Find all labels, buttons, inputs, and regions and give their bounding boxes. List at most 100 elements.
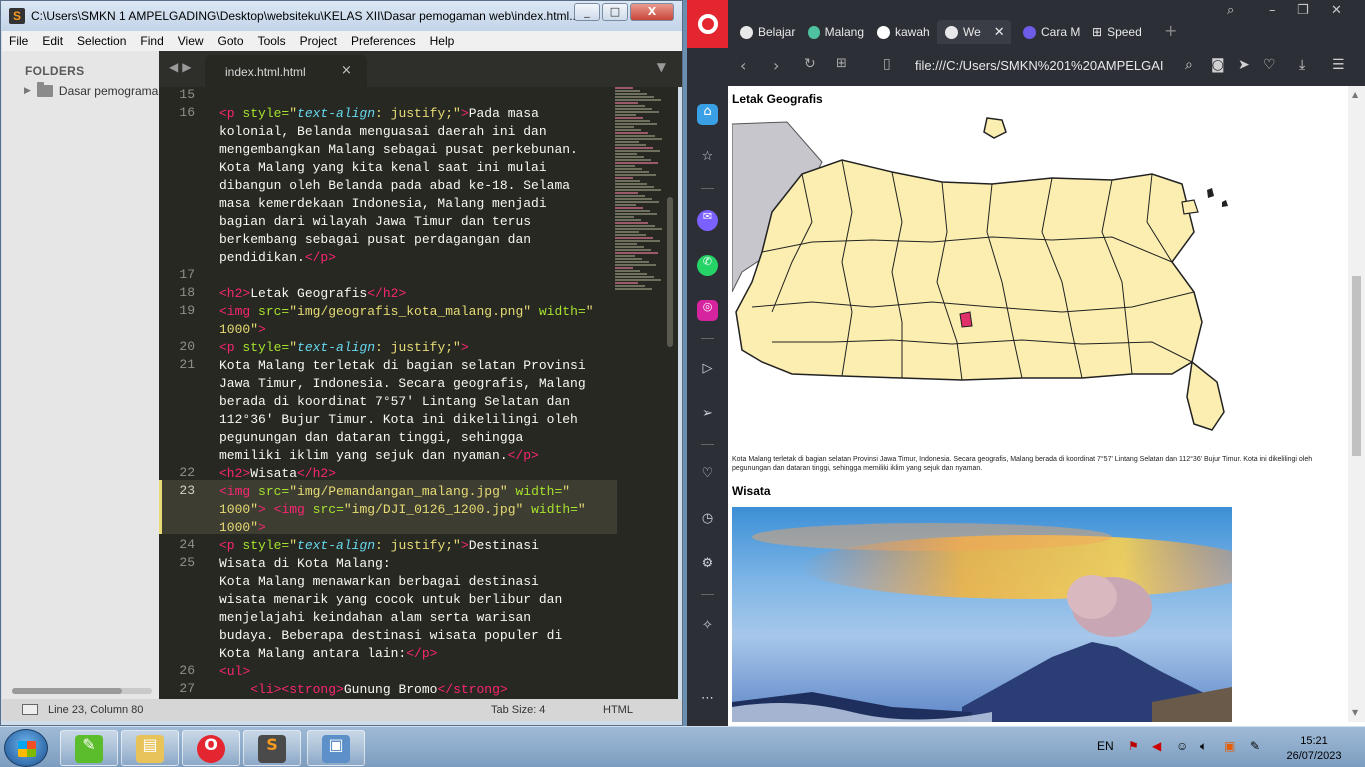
download-icon[interactable]: ⤓: [1299, 57, 1305, 73]
code-line[interactable]: <p style="text-align: justify;">Destinas…: [219, 537, 619, 555]
camera-icon[interactable]: ◙: [1211, 57, 1225, 73]
code-line[interactable]: Wisata di Kota Malang:: [219, 555, 619, 573]
restore-icon[interactable]: ❐: [1297, 3, 1309, 18]
maximize-button[interactable]: □: [602, 3, 628, 21]
code-line[interactable]: <p style="text-align: justify;">: [219, 339, 619, 357]
url-field[interactable]: file:///C:/Users/SMKN%201%20AMPELGAI: [915, 58, 1164, 73]
code-line[interactable]: <img src="img/Pemandangan_malang.jpg" wi…: [219, 483, 619, 501]
action-center-flag-icon[interactable]: ⚑: [1128, 739, 1139, 753]
taskbar-app-green[interactable]: ✎: [60, 730, 118, 766]
code-line[interactable]: [219, 87, 619, 105]
bookmark-star-icon[interactable]: ☆: [697, 149, 718, 170]
tab-close-icon[interactable]: ✕: [994, 25, 1005, 40]
code-line[interactable]: bagian dari wilayah Jawa Timur dan terus: [219, 213, 619, 231]
taskbar-explorer[interactable]: ▤: [121, 730, 179, 766]
minimize-icon[interactable]: –: [1269, 3, 1276, 18]
minimap[interactable]: [615, 87, 665, 297]
whatsapp-icon[interactable]: ✆: [697, 255, 718, 276]
messenger-icon[interactable]: ✉: [697, 210, 718, 231]
menu-preferences[interactable]: Preferences: [344, 34, 423, 48]
browser-tab-speed-dial[interactable]: ⊞ Speed: [1084, 20, 1154, 44]
code-line[interactable]: dibangun oleh Belanda pada abad ke-18. S…: [219, 177, 619, 195]
user-icon[interactable]: ☺: [1176, 739, 1188, 753]
browser-tab-belajar[interactable]: Belajar: [732, 20, 800, 44]
code-line[interactable]: budaya. Beberapa destinasi wisata popule…: [219, 627, 619, 645]
menu-edit[interactable]: Edit: [35, 34, 70, 48]
status-syntax[interactable]: HTML: [603, 704, 633, 716]
code-line[interactable]: berkembang sebagai pusat perdagangan dan: [219, 231, 619, 249]
code-line[interactable]: wisata menarik yang cocok untuk berlibur…: [219, 591, 619, 609]
code-line[interactable]: <li><strong>Gunung Bromo</strong>: [219, 681, 619, 699]
search-icon[interactable]: ⌕: [1185, 57, 1193, 73]
sublime-titlebar[interactable]: S C:\Users\SMKN 1 AMPELGADING\Desktop\we…: [1, 1, 682, 31]
code-line[interactable]: Kota Malang menawarkan berbagai destinas…: [219, 573, 619, 591]
network-icon[interactable]: ◀: [1152, 739, 1161, 753]
menu-tools[interactable]: Tools: [251, 34, 293, 48]
back-icon[interactable]: ‹: [740, 56, 746, 75]
menu-goto[interactable]: Goto: [211, 34, 251, 48]
keyboard-icon[interactable]: ✎: [1250, 739, 1260, 753]
forward-icon[interactable]: ›: [773, 56, 779, 75]
new-tab-icon[interactable]: +: [1164, 21, 1177, 40]
code-line[interactable]: pegunungan dan dataran tinggi, sehingga: [219, 429, 619, 447]
code-line[interactable]: Kota Malang terletak di bagian selatan P…: [219, 357, 619, 375]
disclosure-arrow-icon[interactable]: ▶: [24, 86, 31, 96]
close-button[interactable]: X: [630, 3, 674, 21]
code-line[interactable]: berada di koordinat 7°57' Lintang Selata…: [219, 393, 619, 411]
tab-nav-arrows-icon[interactable]: ◀▶: [169, 60, 195, 74]
minimize-button[interactable]: _: [574, 3, 600, 21]
code-line[interactable]: kolonial, Belanda menguasai daerah ini d…: [219, 123, 619, 141]
code-line[interactable]: menjelajahi keindahan alam serta warisan: [219, 609, 619, 627]
tabs-grid-icon[interactable]: ⊞: [836, 56, 847, 71]
opera-logo-icon[interactable]: [687, 0, 728, 48]
code-line[interactable]: Kota Malang yang kita kenal saat ini mul…: [219, 159, 619, 177]
status-tab-size[interactable]: Tab Size: 4: [491, 704, 545, 716]
search-tabs-icon[interactable]: ⌕: [1227, 3, 1234, 18]
history-icon[interactable]: ◷: [697, 511, 718, 532]
menu-file[interactable]: File: [2, 34, 35, 48]
tab-index-html[interactable]: index.html.html ×: [205, 55, 367, 87]
code-line[interactable]: <h2>Letak Geografis</h2>: [219, 285, 619, 303]
tips-lightbulb-icon[interactable]: ✧: [697, 618, 718, 639]
sidebar-scrollbar[interactable]: [12, 688, 152, 694]
code-line[interactable]: memiliki iklim yang sejuk dan nyaman.</p…: [219, 447, 619, 465]
browser-tab-malang[interactable]: Malang: [800, 20, 864, 44]
close-icon[interactable]: ✕: [1331, 3, 1342, 18]
system-clock[interactable]: 15:21 26/07/2023: [1280, 734, 1348, 764]
editor-scrollbar[interactable]: [664, 87, 678, 699]
code-line[interactable]: [219, 267, 619, 285]
code-line[interactable]: pendidikan.</p>: [219, 249, 619, 267]
code-line[interactable]: 1000">: [219, 519, 619, 537]
code-line[interactable]: masa kemerdekaan Indonesia, Malang menja…: [219, 195, 619, 213]
code-line[interactable]: 1000">: [219, 321, 619, 339]
language-indicator[interactable]: EN: [1097, 739, 1114, 753]
code-line[interactable]: <h2>Wisata</h2>: [219, 465, 619, 483]
taskbar-opera[interactable]: O: [182, 730, 240, 766]
browser-tab-kawah[interactable]: kawah: [869, 20, 933, 44]
home-icon[interactable]: ⌂: [697, 104, 718, 125]
page-scrollbar[interactable]: ▲ ▼: [1348, 86, 1365, 722]
more-icon[interactable]: ⋯: [697, 691, 718, 712]
menu-selection[interactable]: Selection: [70, 34, 133, 48]
browser-tab-web-active[interactable]: We ✕: [937, 20, 1011, 44]
panel-toggle-icon[interactable]: [22, 704, 38, 715]
player-icon[interactable]: ▷: [697, 361, 718, 382]
menu-project[interactable]: Project: [293, 34, 344, 48]
start-button[interactable]: [4, 729, 48, 767]
browser-tab-cara[interactable]: Cara M: [1015, 20, 1081, 44]
code-editor[interactable]: 15 16 17 18 19 20 21 22 23 24 25 26 27 <p style="tex…: [159, 87, 678, 699]
pinboard-heart-icon[interactable]: ♡: [697, 466, 718, 487]
code-line[interactable]: <p style="text-align: justify;">Pada mas…: [219, 105, 619, 123]
tab-dropdown-icon[interactable]: ▼: [657, 60, 666, 74]
volume-icon[interactable]: 🔈︎: [1200, 739, 1207, 754]
code-line[interactable]: <img src="img/geografis_kota_malang.png"…: [219, 303, 619, 321]
menu-help[interactable]: Help: [423, 34, 462, 48]
settings-icon[interactable]: ⚙: [697, 556, 718, 577]
reload-icon[interactable]: ↻: [804, 56, 816, 72]
code-line[interactable]: mengembangkan Malang sebagai pusat perke…: [219, 141, 619, 159]
code-line[interactable]: <ul>: [219, 663, 619, 681]
code-content[interactable]: <p style="text-align: justify;">Pada mas…: [219, 87, 619, 699]
menu-find[interactable]: Find: [133, 34, 170, 48]
flow-icon[interactable]: ➢: [697, 406, 718, 427]
instagram-icon[interactable]: ◎: [697, 300, 718, 321]
